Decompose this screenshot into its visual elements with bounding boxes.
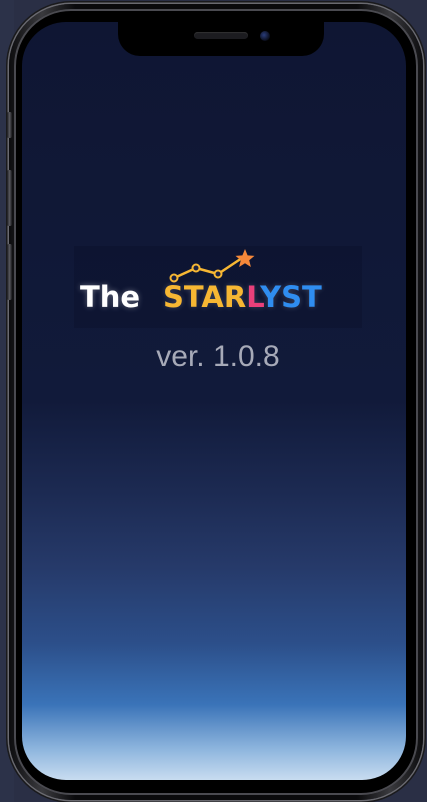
constellation-star-icon xyxy=(169,249,255,283)
logo-wordmark: STARLYST xyxy=(163,280,322,314)
logo-word-part-l: L xyxy=(246,280,261,314)
logo-word-part-y: Y xyxy=(260,280,282,314)
earpiece-speaker xyxy=(194,32,248,39)
volume-up-button xyxy=(7,170,12,226)
mute-switch xyxy=(7,112,12,138)
logo-prefix: The xyxy=(80,280,141,314)
notch xyxy=(118,22,324,56)
splash-screen xyxy=(22,22,406,780)
version-label: ver. 1.0.8 xyxy=(156,340,280,373)
front-camera xyxy=(260,31,270,41)
volume-down-button xyxy=(7,244,12,300)
logo-word-part-st: ST xyxy=(281,280,322,314)
logo-word-part-star: STAR xyxy=(163,280,247,314)
